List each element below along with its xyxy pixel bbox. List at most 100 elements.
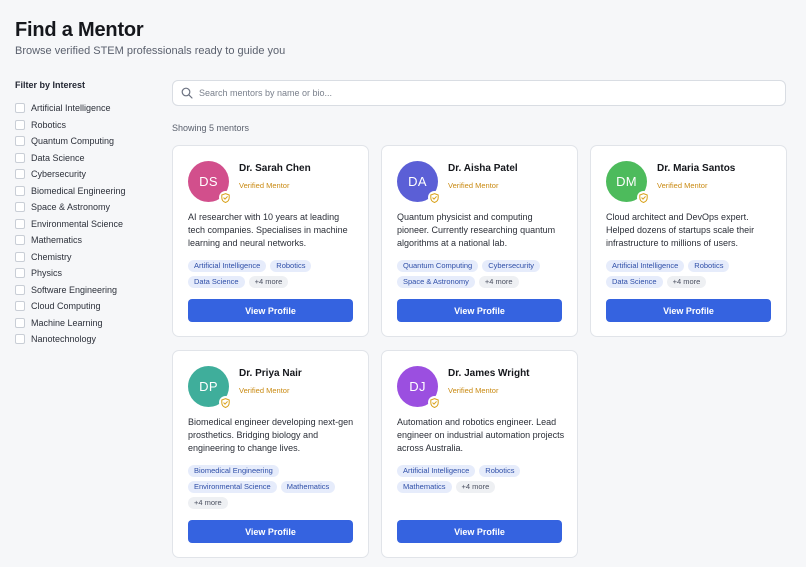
verified-label: Verified Mentor <box>657 181 708 190</box>
mentor-bio: Automation and robotics engineer. Lead e… <box>397 417 565 453</box>
mentor-bio: Biomedical engineer developing next-gen … <box>188 417 354 453</box>
filter-item[interactable]: Cloud Computing <box>15 298 165 315</box>
tag-list: Artificial Intelligence Robotics Mathemati… <box>397 465 572 493</box>
verified-label: Verified Mentor <box>448 386 499 395</box>
search-icon <box>181 87 193 99</box>
more-tags-tag: +4 more <box>666 276 707 288</box>
filter-heading: Filter by Interest <box>15 80 86 90</box>
filter-item[interactable]: Cybersecurity <box>15 166 165 183</box>
page-title: Find a Mentor <box>15 19 144 41</box>
interest-tag: Mathematics <box>280 481 336 493</box>
mentor-name: Dr. Maria Santos <box>657 163 736 174</box>
filter-label: Physics <box>31 268 63 279</box>
interest-tag: Robotics <box>688 260 730 272</box>
filter-label: Robotics <box>31 119 67 130</box>
filter-label: Cloud Computing <box>31 301 101 312</box>
filter-item[interactable]: Mathematics <box>15 232 165 249</box>
filter-checkbox[interactable] <box>15 334 25 345</box>
interest-tag: Artificial Intelligence <box>188 260 267 272</box>
filter-item[interactable]: Biomedical Engineering <box>15 183 165 200</box>
tag-list: Artificial Intelligence Robotics Data Scie… <box>188 260 363 288</box>
mentor-card: DS Dr. Sarah Chen Verified Mentor AI resear… <box>172 145 369 337</box>
filter-checkbox[interactable] <box>15 218 25 229</box>
interest-tag: Artificial Intelligence <box>606 260 685 272</box>
filter-item[interactable]: Space & Astronomy <box>15 199 165 216</box>
interest-tag: Cybersecurity <box>482 260 541 272</box>
mentor-name: Dr. James Wright <box>448 368 530 379</box>
tag-list: Quantum Computing Cybersecurity Space & As… <box>397 260 572 288</box>
filter-item[interactable]: Nanotechnology <box>15 331 165 348</box>
view-profile-button[interactable]: View Profile <box>606 299 771 322</box>
mentor-bio: Cloud architect and DevOps expert. Helpe… <box>606 212 755 248</box>
search-input[interactable] <box>199 88 759 98</box>
verified-shield-icon <box>428 396 441 409</box>
filter-item[interactable]: Quantum Computing <box>15 133 165 150</box>
filter-checkbox[interactable] <box>15 202 25 213</box>
filter-item[interactable]: Physics <box>15 265 165 282</box>
filter-checkbox[interactable] <box>15 136 25 147</box>
avatar: DP <box>188 366 232 409</box>
filter-checkbox[interactable] <box>15 119 25 130</box>
interest-tag: Robotics <box>270 260 312 272</box>
search-bar[interactable] <box>172 80 786 106</box>
mentor-bio: AI researcher with 10 years at leading t… <box>188 212 348 248</box>
filter-checkbox[interactable] <box>15 103 25 114</box>
view-profile-button[interactable]: View Profile <box>397 520 562 543</box>
avatar: DA <box>397 161 441 204</box>
filter-item[interactable]: Chemistry <box>15 249 165 266</box>
avatar-initials: DJ <box>409 379 426 394</box>
mentor-name: Dr. Sarah Chen <box>239 163 311 174</box>
filter-checkbox[interactable] <box>15 317 25 328</box>
mentor-name: Dr. Aisha Patel <box>448 163 518 174</box>
filter-checkbox[interactable] <box>15 301 25 312</box>
filter-checkbox[interactable] <box>15 251 25 262</box>
mentor-bio: Quantum physicist and computing pioneer.… <box>397 212 556 248</box>
verified-shield-icon <box>219 191 232 204</box>
more-tags-tag: +4 more <box>248 276 289 288</box>
filter-item[interactable]: Software Engineering <box>15 282 165 299</box>
mentor-card: DJ Dr. James Wright Verified Mentor Automat… <box>381 350 578 558</box>
avatar-initials: DM <box>616 174 637 189</box>
filter-checkbox[interactable] <box>15 152 25 163</box>
more-tags-tag: +4 more <box>478 276 519 288</box>
filter-checkbox[interactable] <box>15 268 25 279</box>
filter-checkbox[interactable] <box>15 235 25 246</box>
avatar: DS <box>188 161 232 204</box>
verified-label: Verified Mentor <box>239 181 290 190</box>
view-profile-button[interactable]: View Profile <box>188 520 353 543</box>
interest-tag: Biomedical Engineering <box>188 465 279 477</box>
filter-checkbox[interactable] <box>15 284 25 295</box>
filter-label: Nanotechnology <box>31 334 97 345</box>
mentor-card: DM Dr. Maria Santos Verified Mentor Cloud a… <box>590 145 787 337</box>
view-profile-button[interactable]: View Profile <box>188 299 353 322</box>
filter-label: Environmental Science <box>31 218 124 229</box>
tag-list: Biomedical Engineering Environmental Scie… <box>188 465 363 509</box>
filter-item[interactable]: Data Science <box>15 150 165 167</box>
avatar-initials: DP <box>199 379 218 394</box>
filter-label: Software Engineering <box>31 284 118 295</box>
filter-item[interactable]: Artificial Intelligence <box>15 100 165 117</box>
filter-item[interactable]: Environmental Science <box>15 216 165 233</box>
verified-shield-icon <box>428 191 441 204</box>
filter-label: Space & Astronomy <box>31 202 111 213</box>
interest-tag: Environmental Science <box>188 481 277 493</box>
interest-tag: Mathematics <box>397 481 452 493</box>
filter-checkbox[interactable] <box>15 169 25 180</box>
filter-checkbox[interactable] <box>15 185 25 196</box>
filter-label: Mathematics <box>31 235 83 246</box>
tag-list: Artificial Intelligence Robotics Data Scie… <box>606 260 781 288</box>
filter-item[interactable]: Robotics <box>15 117 165 134</box>
interest-tag: Artificial Intelligence <box>397 465 476 477</box>
filter-item[interactable]: Machine Learning <box>15 315 165 332</box>
mentor-card: DP Dr. Priya Nair Verified Mentor Biomedica… <box>172 350 369 558</box>
view-profile-button[interactable]: View Profile <box>397 299 562 322</box>
avatar-initials: DS <box>199 174 218 189</box>
verified-label: Verified Mentor <box>239 386 290 395</box>
filter-list: Artificial Intelligence Robotics Quantum C… <box>15 100 165 348</box>
more-tags-tag: +4 more <box>188 497 228 509</box>
filter-label: Chemistry <box>31 251 72 262</box>
results-count: Showing 5 mentors <box>172 123 250 133</box>
filter-label: Data Science <box>31 152 85 163</box>
interest-tag: Space & Astronomy <box>397 276 475 288</box>
filter-label: Quantum Computing <box>31 136 115 147</box>
